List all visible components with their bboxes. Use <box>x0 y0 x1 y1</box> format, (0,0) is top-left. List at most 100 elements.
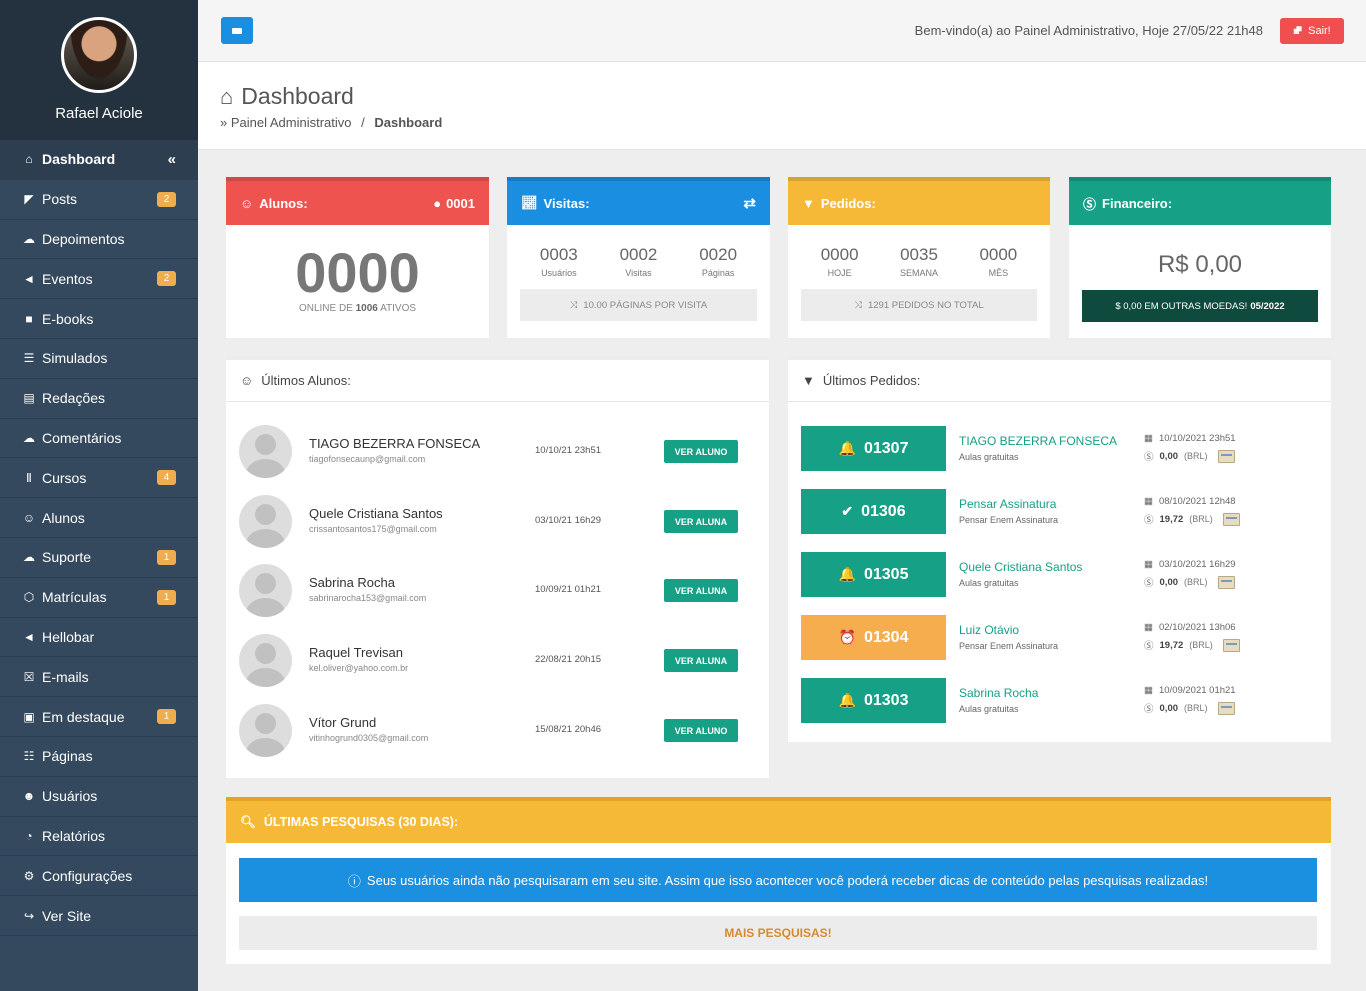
avatar <box>239 634 292 687</box>
ultimos-alunos-panel: ☺ Últimos Alunos: TIAGO BEZERRA FONSECA t… <box>226 356 769 778</box>
sidebar-item-label: Em destaque <box>42 708 125 725</box>
pedido-row: ✔ 01306 Pensar Assinatura Pensar Enem Assin… <box>801 489 1321 534</box>
financeiro-card: Ⓢ Financeiro: R$ 0,00 $ 0,00 EM OUTRAS M… <box>1069 177 1331 338</box>
ver-aluno-button[interactable]: VER ALUNA <box>664 579 738 602</box>
sidebar-item-16[interactable]: ☷ Páginas <box>0 737 198 777</box>
breadcrumb-separator: / <box>361 115 365 130</box>
pedidos-stat-2: 0035 SEMANA <box>900 245 938 278</box>
filter-icon: ▼ <box>802 373 815 388</box>
pedido-currency: (BRL) <box>1189 640 1213 650</box>
sidebar-item-1[interactable]: ⌂ Dashboard « <box>0 140 198 180</box>
pedido-value: Ⓢ 0,00 (BRL) <box>1144 575 1235 589</box>
dollar-icon: Ⓢ <box>1083 196 1097 212</box>
breadcrumb-link[interactable]: » Painel Administrativo <box>220 115 352 130</box>
profile-avatar[interactable] <box>61 17 137 93</box>
aluno-date: 10/10/21 23h51 <box>535 445 602 456</box>
pedido-customer-link[interactable]: Pensar Assinatura <box>959 497 1056 511</box>
dollar-icon: Ⓢ <box>1144 641 1154 652</box>
avatar <box>239 495 292 548</box>
sidebar-item-label: Depoimentos <box>42 230 125 247</box>
rss-icon: ◤ <box>24 192 34 207</box>
sidebar-item-18[interactable]: ◔ Relatórios <box>0 817 198 857</box>
sidebar-item-3[interactable]: ☁ Depoimentos <box>0 220 198 260</box>
sidebar-item-label: E-books <box>42 310 94 327</box>
ver-aluno-button[interactable]: VER ALUNA <box>664 649 738 672</box>
sidebar-item-label: E-mails <box>42 668 89 685</box>
calendar-icon: ▦ <box>1144 496 1153 507</box>
pedido-number-button[interactable]: ✔ 01306 <box>801 489 946 534</box>
pedido-value: Ⓢ 19,72 (BRL) <box>1144 512 1240 526</box>
online-count: ● 0001 <box>433 196 475 211</box>
sidebar-item-5[interactable]: ■ E-books <box>0 299 198 339</box>
sidebar-item-17[interactable]: ☻ Usuários <box>0 777 198 817</box>
pesquisas-info-alert: ⓘ Seus usuários ainda não pesquisaram em… <box>239 858 1317 902</box>
pedido-number-button[interactable]: 🔔 01305 <box>801 552 946 597</box>
bell-icon: 🔔 <box>838 692 856 708</box>
page-title: ⌂ Dashboard <box>220 83 354 110</box>
sidebar-item-4[interactable]: ◄ Eventos 2 <box>0 259 198 300</box>
sidebar-item-6[interactable]: ☰ Simulados <box>0 339 198 379</box>
alunos-sub-suffix: ATIVOS <box>380 303 417 314</box>
aluno-name: Quele Cristiana Santos <box>309 506 443 521</box>
pedido-number-button[interactable]: ⏰ 01304 <box>801 615 946 660</box>
filter-icon: ▼ <box>802 195 815 211</box>
pedido-date-text: 02/10/2021 13h06 <box>1158 622 1236 633</box>
dollar-icon: Ⓢ <box>1144 515 1154 526</box>
sidebar-item-9[interactable]: Ⅱ Cursos 4 <box>0 458 198 499</box>
pedido-row: 🔔 01307 TIAGO BEZERRA FONSECA Aulas gratuit… <box>801 426 1321 471</box>
logout-button[interactable]: ⮼ Sair! <box>1280 18 1344 44</box>
collapse-sidebar-icon[interactable]: « <box>168 151 176 168</box>
menu-toggle-button[interactable] <box>221 17 253 44</box>
sidebar-item-11[interactable]: ☁ Suporte 1 <box>0 538 198 578</box>
user-icon: ☺ <box>240 373 254 388</box>
sidebar-item-label: Eventos <box>42 270 93 287</box>
pesquisas-title: ÚLTIMAS PESQUISAS (30 DIAS): <box>263 815 459 829</box>
sidebar-item-12[interactable]: ⬡ Matrículas 1 <box>0 578 198 618</box>
ver-aluno-button[interactable]: VER ALUNA <box>664 510 738 533</box>
pedido-customer-link[interactable]: Quele Cristiana Santos <box>959 560 1082 574</box>
payment-card-icon <box>1222 512 1240 526</box>
sidebar-item-badge: 1 <box>157 589 176 605</box>
sidebar-item-19[interactable]: ⚙ Configurações <box>0 856 198 897</box>
alunos-sub-prefix: ONLINE DE <box>298 303 353 314</box>
check-icon: ✔ <box>841 503 854 519</box>
sidebar-item-label: Ver Site <box>42 907 92 924</box>
stat-value: 0020 <box>699 245 738 264</box>
pedidos-values: 0000 HOJE 0035 SEMANA 0000 MÊS <box>788 245 1050 278</box>
sidebar-item-13[interactable]: ◄ Hellobar <box>0 618 198 658</box>
profile-block: Rafael Aciole <box>0 0 198 140</box>
stat-value: 0035 <box>900 245 938 264</box>
pedido-customer-link[interactable]: Sabrina Rocha <box>959 686 1038 700</box>
user-icon: ☺ <box>240 195 254 211</box>
pedido-row: 🔔 01305 Quele Cristiana Santos Aulas gratui… <box>801 552 1321 597</box>
aluno-date: 15/08/21 20h46 <box>535 724 602 735</box>
alunos-online-subtitle: ONLINE DE 1006 ATIVOS <box>226 303 489 314</box>
pedido-customer-link[interactable]: Luiz Otávio <box>959 623 1019 637</box>
sidebar-item-label: Suporte <box>42 549 92 566</box>
profile-name: Rafael Aciole <box>55 105 143 122</box>
pedido-customer-link[interactable]: TIAGO BEZERRA FONSECA <box>959 434 1117 448</box>
sidebar-item-7[interactable]: ▤ Redações <box>0 379 198 419</box>
ver-aluno-button[interactable]: VER ALUNO <box>664 719 738 742</box>
pedido-product: Pensar Enem Assinatura <box>959 515 1059 525</box>
pedido-product: Aulas gratuitas <box>959 704 1019 714</box>
pedido-number-button[interactable]: 🔔 01303 <box>801 678 946 723</box>
aluno-name: TIAGO BEZERRA FONSECA <box>309 436 481 451</box>
sidebar-item-20[interactable]: ↪ Ver Site <box>0 896 198 936</box>
comment-icon: ☁ <box>23 231 35 246</box>
sidebar-nav: ⌂ Dashboard « ◤ Posts 2 ☁ Depoimentos ◄ Eventos 2 ■… <box>0 140 198 936</box>
sidebar-item-10[interactable]: ☺ Alunos <box>0 498 198 538</box>
ver-aluno-button[interactable]: VER ALUNO <box>664 440 738 463</box>
sidebar-item-15[interactable]: ▣ Em destaque 1 <box>0 697 198 737</box>
refresh-icon[interactable]: ⇄ <box>743 194 756 212</box>
aluno-row: TIAGO BEZERRA FONSECA tiagofonsecaunp@gma… <box>239 425 769 479</box>
mais-pesquisas-button[interactable]: MAIS PESQUISAS! <box>239 916 1317 950</box>
sidebar-item-8[interactable]: ☁ Comentários <box>0 419 198 459</box>
visitas-values: 0003 Usuários 0002 Visitas 0020 Páginas <box>507 245 770 278</box>
library-icon: Ⅱ <box>26 470 32 485</box>
payment-card-icon <box>1217 449 1235 463</box>
sidebar-item-label: Usuários <box>42 788 98 805</box>
sidebar-item-2[interactable]: ◤ Posts 2 <box>0 180 198 220</box>
sidebar-item-14[interactable]: ☒ E-mails <box>0 657 198 698</box>
pedido-number-button[interactable]: 🔔 01307 <box>801 426 946 471</box>
